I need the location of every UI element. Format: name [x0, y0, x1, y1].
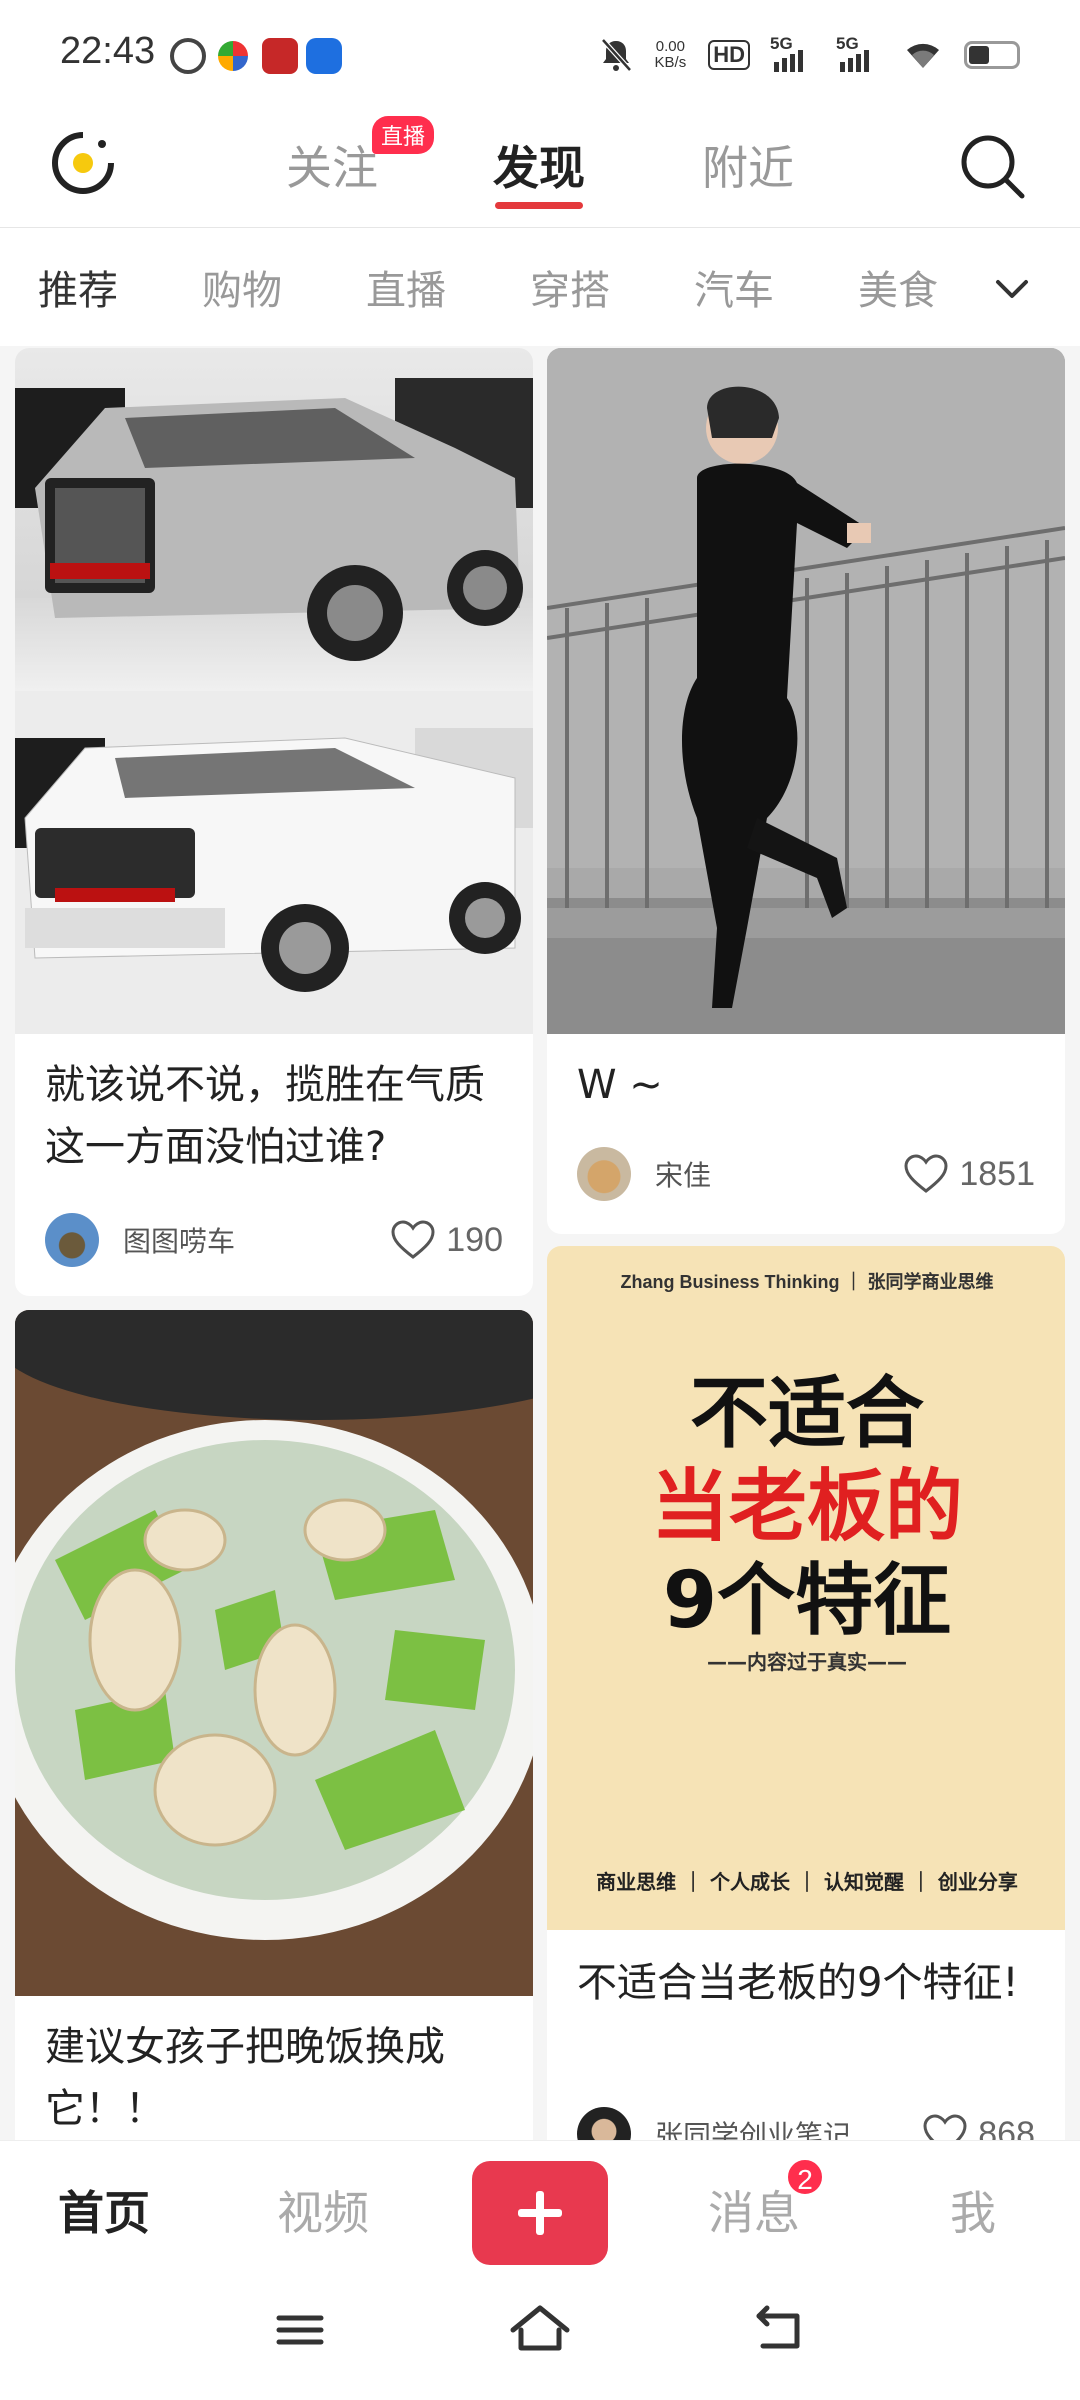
app-logo-icon[interactable] [50, 130, 116, 196]
signal-icon: 5G [770, 34, 816, 72]
battery-icon [964, 41, 1020, 69]
nav-home[interactable]: 首页 [58, 2177, 150, 2243]
signal-label: 5G [836, 34, 859, 53]
active-tab-indicator [495, 202, 583, 209]
avatar[interactable] [45, 1213, 99, 1267]
like-button[interactable]: 190 [390, 1219, 503, 1261]
tab-nearby[interactable]: 附近 [702, 132, 794, 198]
avatar[interactable] [577, 1147, 631, 1201]
back-icon[interactable] [745, 2300, 815, 2360]
status-indicators: 0.00 KB/s HD 5G 5G [599, 30, 1020, 80]
status-time: 22:43 [60, 30, 156, 72]
poster-sub: ——内容过于真实—— [707, 1650, 907, 1674]
card-author: 宋佳 1851 [577, 1146, 1035, 1202]
poster-header: Zhang Business Thinking ｜ 张同学商业思维 [620, 1272, 994, 1292]
category-bar: 推荐 购物 直播 穿搭 汽车 美食 [0, 228, 1080, 346]
publish-button[interactable] [472, 2161, 608, 2265]
like-count: 1851 [959, 1154, 1035, 1193]
top-nav: 关注 直播 发现 附近 [0, 110, 1080, 228]
hd-indicator: HD [708, 40, 750, 70]
message-badge: 2 [785, 2157, 825, 2197]
card-title: 就该说不说，揽胜在气质这一方面没怕过谁? [45, 1062, 485, 1170]
net-speed-value: 0.00 [655, 38, 685, 55]
feed-card[interactable]: 就该说不说，揽胜在气质这一方面没怕过谁? 图图唠车 190 [15, 348, 533, 1296]
app-notification-icon [262, 38, 298, 74]
category-shopping[interactable]: 购物 [202, 258, 282, 316]
heart-icon [923, 2114, 967, 2141]
card-author: 张同学创业笔记 868 [577, 2106, 1035, 2141]
card-title: 不适合当老板的9个特征! [577, 1960, 1019, 2006]
bottom-nav: 首页 视频 消息 2 我 [0, 2140, 1080, 2270]
like-count: 868 [978, 2114, 1035, 2142]
menu-icon[interactable] [265, 2300, 335, 2360]
mute-icon [600, 38, 632, 72]
poster-footer: 商业思维 ｜ 个人成长 ｜ 认知觉醒 ｜ 创业分享 [596, 1870, 1018, 1894]
tab-discover[interactable]: 发现 [493, 132, 585, 198]
card-title: W ~ [577, 1062, 663, 1108]
status-bar: 22:43 0.00 KB/s HD 5G 5G [0, 0, 1080, 110]
wifi-icon [907, 43, 939, 68]
signal-icon: 5G [836, 34, 882, 72]
clam-soup-photo [15, 1310, 533, 1996]
card-author: 图图唠车 190 [45, 1212, 503, 1268]
author-name[interactable]: 图图唠车 [123, 1220, 390, 1260]
heart-icon [904, 1154, 948, 1193]
net-speed-unit: KB/s [654, 54, 687, 71]
woman-black-dress-photo [547, 348, 1065, 1034]
poster-image: Zhang Business Thinking ｜ 张同学商业思维 不适合 当老… [547, 1246, 1065, 1930]
feed-card[interactable]: W ~ 宋佳 1851 [547, 348, 1065, 1234]
category-live[interactable]: 直播 [366, 258, 446, 316]
nav-me[interactable]: 我 [950, 2177, 996, 2243]
category-food[interactable]: 美食 [858, 258, 938, 316]
app-notification-icon [306, 38, 342, 74]
app-notification-icon [218, 41, 248, 71]
signal-label: 5G [770, 34, 793, 53]
plus-icon [536, 2191, 544, 2235]
luxury-suvs-photo [15, 348, 533, 1034]
category-recommend[interactable]: 推荐 [38, 258, 118, 316]
live-badge: 直播 [372, 116, 435, 154]
category-outfits[interactable]: 穿搭 [530, 258, 610, 316]
author-name[interactable]: 张同学创业笔记 [655, 2114, 922, 2141]
nav-messages[interactable]: 消息 [708, 2177, 800, 2243]
feed-card[interactable]: Zhang Business Thinking ｜ 张同学商业思维 不适合 当老… [547, 1246, 1065, 2141]
like-button[interactable]: 868 [922, 2113, 1035, 2141]
feed-card[interactable]: 建议女孩子把晚饭换成它！！ [15, 1310, 533, 2141]
avatar[interactable] [577, 2107, 631, 2141]
search-icon[interactable] [956, 130, 1028, 202]
card-title: 建议女孩子把晚饭换成它！！ [45, 2024, 445, 2132]
category-cars[interactable]: 汽车 [694, 258, 774, 316]
chevron-down-icon[interactable] [982, 264, 1042, 314]
app-notification-icon [170, 38, 206, 74]
system-nav-bar [0, 2270, 1080, 2400]
like-button[interactable]: 1851 [903, 1153, 1035, 1195]
nav-video[interactable]: 视频 [277, 2177, 369, 2243]
heart-icon [391, 1220, 435, 1259]
net-speed: 0.00 KB/s [655, 39, 687, 71]
poster-line3: 9个特征 [662, 1556, 952, 1646]
feed: 就该说不说，揽胜在气质这一方面没怕过谁? 图图唠车 190 W ~ 宋佳 185… [0, 346, 1080, 2141]
like-count: 190 [446, 1220, 503, 1259]
home-icon[interactable] [505, 2300, 575, 2360]
tab-follow[interactable]: 关注 [286, 132, 378, 198]
author-name[interactable]: 宋佳 [655, 1154, 903, 1194]
